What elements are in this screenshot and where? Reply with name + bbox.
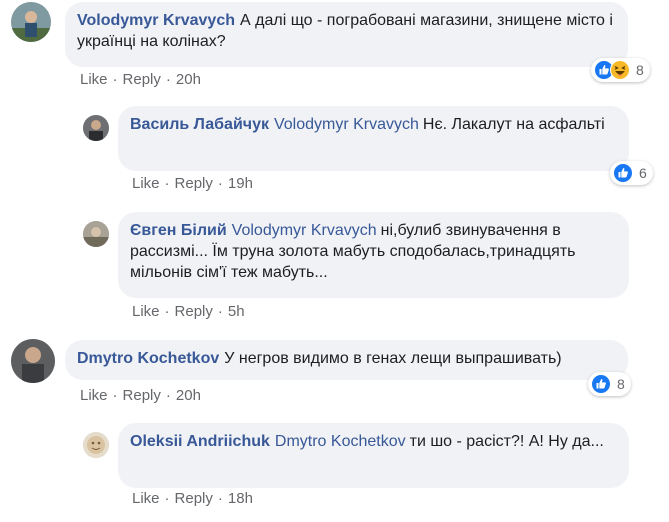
avatar-photo-icon	[11, 339, 55, 383]
separator-dot: ·	[165, 387, 171, 404]
reply-link[interactable]: Reply	[175, 303, 213, 320]
separator-dot: ·	[164, 490, 170, 507]
separator-dot: ·	[112, 387, 118, 404]
reaction-summary[interactable]: 6	[610, 161, 653, 185]
reply-link[interactable]: Reply	[123, 71, 161, 88]
like-link[interactable]: Like	[132, 175, 160, 192]
separator-dot: ·	[217, 490, 223, 507]
comment-actions: Like · Reply · 20h	[80, 387, 201, 404]
timestamp[interactable]: 20h	[176, 387, 201, 404]
avatar-photo-icon	[83, 221, 109, 247]
reply-link[interactable]: Reply	[123, 387, 161, 404]
comment-text: ти шо - расіст?! А! Ну да...	[409, 433, 604, 450]
comment-actions: Like · Reply · 20h	[80, 71, 201, 88]
comment-author[interactable]: Євген Білий	[130, 222, 227, 239]
separator-dot: ·	[217, 303, 223, 320]
comment-author[interactable]: Dmytro Kochetkov	[77, 350, 219, 367]
comment-text: Нє. Лакалут на асфальті	[422, 116, 605, 133]
comment-author[interactable]: Oleksii Andriichuk	[130, 433, 270, 450]
comment-bubble: Василь Лабайчук Volodymyr Krvavych Нє. Лак…	[118, 106, 629, 171]
comment-bubble: Volodymyr Krvavych А далі що - пограбован…	[65, 2, 628, 67]
reply-link[interactable]: Reply	[175, 490, 213, 507]
comment-mention[interactable]: Dmytro Kochetkov	[275, 433, 406, 450]
comment-actions: Like · Reply · 18h	[132, 490, 253, 507]
avatar[interactable]	[83, 432, 109, 458]
comment-bubble: Oleksii Andriichuk Dmytro Kochetkov ти шо …	[118, 423, 629, 488]
comment-text: У негров видимо в генах лещи выпрашивать…	[224, 350, 562, 367]
separator-dot: ·	[164, 303, 170, 320]
like-link[interactable]: Like	[80, 387, 108, 404]
comment-mention[interactable]: Volodymyr Krvavych	[232, 222, 377, 239]
avatar[interactable]	[11, 2, 51, 42]
comment-actions: Like · Reply · 19h	[132, 175, 253, 192]
like-icon	[613, 163, 633, 183]
timestamp[interactable]: 18h	[228, 490, 253, 507]
like-link[interactable]: Like	[80, 71, 108, 88]
reaction-summary[interactable]: 8	[588, 372, 631, 396]
separator-dot: ·	[217, 175, 223, 192]
avatar-photo-icon	[11, 2, 51, 42]
avatar-photo-icon	[83, 432, 109, 458]
avatar[interactable]	[83, 115, 109, 141]
separator-dot: ·	[164, 175, 170, 192]
separator-dot: ·	[165, 71, 171, 88]
comment-author[interactable]: Василь Лабайчук	[130, 116, 269, 133]
like-icon	[591, 374, 611, 394]
timestamp[interactable]: 19h	[228, 175, 253, 192]
timestamp[interactable]: 20h	[176, 71, 201, 88]
like-link[interactable]: Like	[132, 303, 160, 320]
reaction-count: 8	[636, 62, 644, 78]
comment-bubble: Євген Білий Volodymyr Krvavych ні,булиб зв…	[118, 212, 629, 298]
haha-icon	[610, 60, 630, 80]
reply-link[interactable]: Reply	[175, 175, 213, 192]
avatar[interactable]	[11, 339, 55, 383]
comment-bubble: Dmytro Kochetkov У негров видимо в генах …	[65, 340, 628, 380]
like-link[interactable]: Like	[132, 490, 160, 507]
avatar[interactable]	[83, 221, 109, 247]
comment-actions: Like · Reply · 5h	[132, 303, 245, 320]
separator-dot: ·	[112, 71, 118, 88]
reaction-summary[interactable]: 8	[591, 58, 650, 82]
reaction-count: 6	[639, 165, 647, 181]
comment-author[interactable]: Volodymyr Krvavych	[77, 12, 235, 29]
avatar-photo-icon	[83, 115, 109, 141]
comment-mention[interactable]: Volodymyr Krvavych	[274, 116, 419, 133]
timestamp[interactable]: 5h	[228, 303, 245, 320]
reaction-count: 8	[617, 376, 625, 392]
